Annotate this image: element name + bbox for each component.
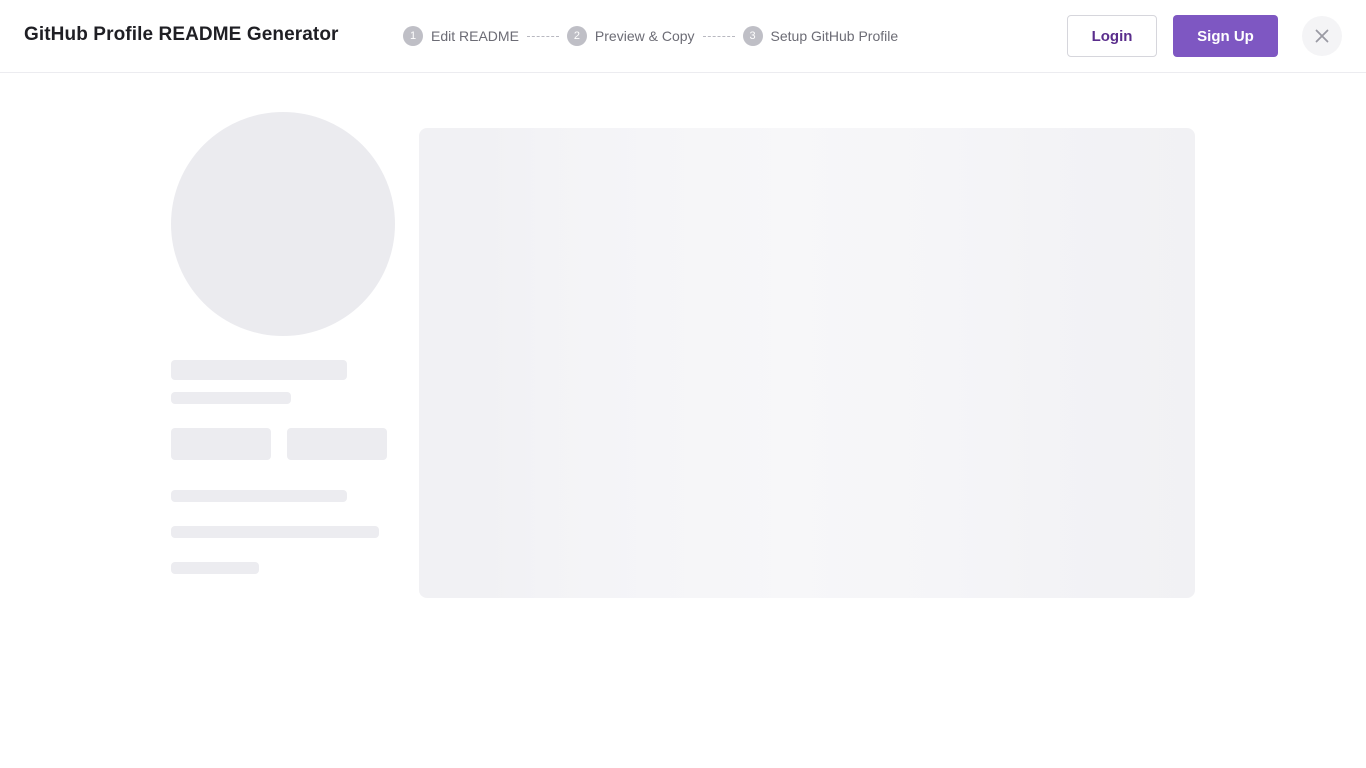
close-icon [1315,29,1329,43]
step-label: Setup GitHub Profile [770,28,899,44]
app-title: GitHub Profile README Generator [24,24,339,45]
button-placeholder [287,428,387,460]
app-header: GitHub Profile README Generator 1 Edit R… [0,0,1366,73]
step-edit-readme[interactable]: 1 Edit README [403,26,519,46]
button-placeholder [171,428,271,460]
close-button[interactable] [1302,16,1342,56]
text-line-placeholder [171,562,259,574]
login-button[interactable]: Login [1067,15,1157,57]
sign-up-button[interactable]: Sign Up [1173,15,1278,57]
step-label: Edit README [431,28,519,44]
avatar-placeholder [171,112,395,336]
step-number: 1 [403,26,423,46]
name-placeholder [171,360,347,380]
step-label: Preview & Copy [594,28,695,44]
step-setup-github-profile[interactable]: 3 Setup GitHub Profile [742,26,899,46]
step-connector [526,35,559,37]
username-placeholder [171,392,291,404]
text-line-placeholder [171,526,379,538]
step-number: 3 [742,26,763,46]
text-line-placeholder [171,490,347,502]
stepper: 1 Edit README 2 Preview & Copy 3 Setup G… [403,26,898,46]
step-connector [702,35,735,37]
step-preview-copy[interactable]: 2 Preview & Copy [566,26,695,46]
readme-content-placeholder [419,128,1195,598]
step-number: 2 [566,26,587,46]
